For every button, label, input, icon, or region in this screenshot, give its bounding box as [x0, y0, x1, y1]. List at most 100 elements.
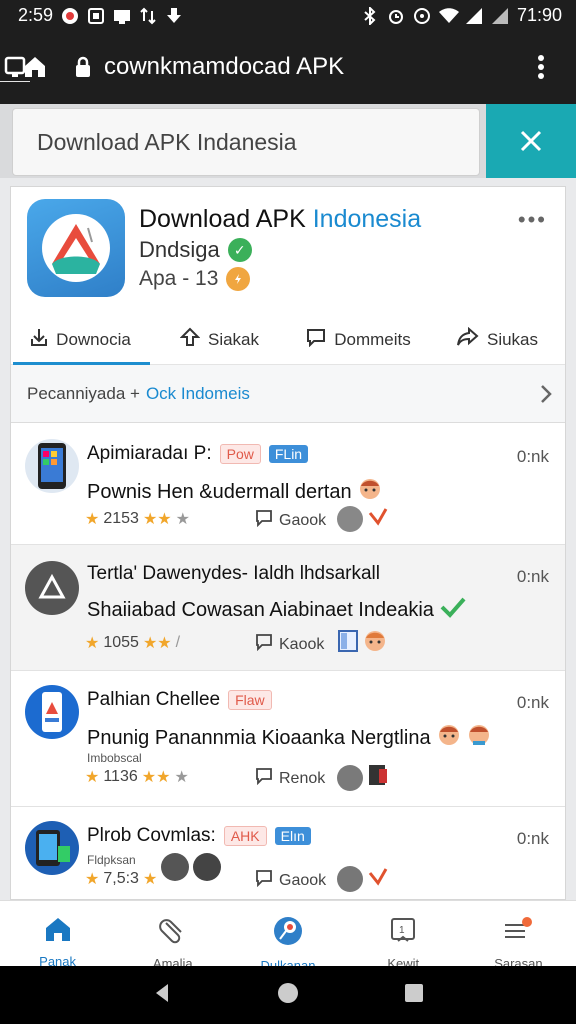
browser-url-bar: cownkmamdocad APK: [0, 30, 576, 104]
version-row: Apa - 13: [139, 267, 251, 291]
vibrate-icon: [413, 7, 431, 24]
item-title-row: Apimiaradaı P: Pow FLin: [87, 443, 309, 465]
nav-kewit[interactable]: 1 Kewit: [346, 901, 461, 971]
item-rating: 2153: [103, 510, 139, 527]
recycle-thumbnail-icon: [25, 561, 79, 615]
device-icon: [367, 763, 389, 792]
star-half-icon: ★: [174, 769, 189, 786]
avatar: [161, 853, 189, 881]
item-desc: Shaiiabad Cowasan Aiabinaet Indeakia: [87, 598, 434, 621]
item-avatars: [337, 865, 389, 892]
item-comment[interactable]: Gaook: [255, 869, 326, 892]
item-comment[interactable]: Renok: [255, 767, 325, 790]
item-tag: Flaw: [228, 690, 272, 710]
item-rating-row: ★ 1136 ★★ ★: [85, 767, 189, 787]
list-item[interactable]: Apimiaradaı P: Pow FLin 0:nk Pownis Hen …: [11, 425, 565, 545]
back-icon[interactable]: [152, 982, 172, 1009]
recents-icon[interactable]: [404, 983, 424, 1008]
app-icon: [87, 7, 105, 24]
svg-text:1: 1: [399, 925, 405, 936]
lock-icon: [70, 56, 96, 78]
menu-icon[interactable]: [526, 52, 556, 82]
download-icon: [30, 327, 48, 352]
breadcrumb-link[interactable]: Ock Indomeis: [146, 384, 250, 404]
tab-siukas[interactable]: Siukas: [428, 315, 565, 364]
item-title: Plrob Covmlas:: [87, 825, 216, 846]
list-item[interactable]: Plrob Covmlas: AHK Elın 0:nk Fldpksan ★ …: [11, 807, 565, 899]
list-item[interactable]: Palhian Chellee Flaw 0:nk Pnunig Panannm…: [11, 671, 565, 807]
item-avatars: [161, 853, 221, 881]
search-input[interactable]: Download APK Indanesia: [12, 108, 480, 176]
list-icon: [501, 915, 535, 950]
checkmark-icon: [440, 595, 466, 625]
item-tag: Pow: [219, 444, 261, 464]
item-time: 0:nk: [516, 567, 549, 586]
phone-thumbnail-icon: [25, 439, 79, 493]
face-emoji-icon: [358, 477, 382, 507]
home-button-icon[interactable]: [277, 982, 299, 1009]
update-badge-icon: [226, 267, 251, 291]
item-tag: AHK: [223, 826, 267, 846]
alarm-icon: [387, 7, 405, 24]
nav-amalia[interactable]: Amalia: [115, 901, 230, 971]
close-icon[interactable]: [486, 104, 576, 178]
item-desc-row: Pownis Hen &udermall dertan: [87, 477, 382, 507]
app-logo-icon: [27, 199, 125, 297]
status-right-time: 71:90: [516, 4, 562, 25]
item-title-row: Plrob Covmlas: AHK Elın: [87, 825, 311, 847]
status-bar: 2:59 71:90: [0, 0, 576, 30]
url-text[interactable]: cownkmamdocad APK: [104, 53, 344, 81]
tablet-thumbnail-icon: [25, 821, 79, 875]
item-comment[interactable]: Gaook: [255, 509, 326, 532]
face-emoji-icon: [467, 723, 491, 753]
avatar: [337, 505, 363, 532]
tab-bar: Downocia Siakak Dommeits Siukas: [11, 315, 565, 365]
item-avatars: [337, 629, 387, 658]
chevron-right-icon[interactable]: [539, 383, 553, 410]
item-avatars: [337, 505, 389, 532]
item-rating: 1136: [103, 768, 138, 785]
search-bar: Download APK Indanesia: [0, 104, 576, 178]
avatar: [337, 865, 363, 892]
breadcrumb[interactable]: Pecanniyada + Ock Indomeis: [11, 365, 565, 423]
notification-icon: [61, 7, 79, 24]
face-emoji-icon: [437, 723, 461, 753]
item-subtitle: Fldpksan: [87, 853, 136, 867]
star-icon: ★: [85, 635, 100, 652]
item-rating-row: ★ 1055 ★★ /: [85, 633, 180, 653]
star-icon: ★: [85, 871, 100, 888]
battery-icon: [491, 7, 509, 24]
item-time: 0:nk: [516, 829, 549, 848]
item-desc: Pownis Hen &udermall dertan: [87, 480, 352, 503]
more-options-icon[interactable]: •••: [518, 207, 547, 233]
star-icon: ★: [142, 871, 158, 888]
system-navigation: [0, 966, 576, 1024]
list-item[interactable]: Tertla' Dawenydes- Ialdh lhdsarkall 0:nk…: [11, 545, 565, 671]
tab-siakak[interactable]: Siakak: [150, 315, 289, 364]
item-time: 0:nk: [516, 447, 549, 466]
item-subtitle: Imbobscal: [87, 751, 142, 765]
book-icon: [337, 629, 359, 658]
share-icon: [456, 326, 479, 352]
tabs-icon[interactable]: [0, 52, 30, 82]
item-comment[interactable]: Kaook: [255, 633, 324, 656]
item-title: Tertla' Dawenydes- Ialdh lhdsarkall: [87, 563, 380, 584]
nav-sarasan[interactable]: Sarasan: [461, 901, 576, 971]
tab-download[interactable]: Downocia: [11, 315, 150, 365]
star-icon: ★: [85, 511, 100, 528]
data-icon: [139, 7, 157, 25]
face-emoji-icon: [363, 629, 387, 658]
phone-thumbnail-icon: [25, 685, 79, 739]
comment-icon: [306, 327, 326, 352]
app-header: Download APK Indonesia Dndsiga ✓ Apa - 1…: [11, 187, 565, 365]
app-title-accent: Indonesia: [312, 205, 422, 233]
avatar: [337, 764, 363, 791]
nav-dulkanan[interactable]: Dulkanan: [230, 901, 345, 973]
nav-panak[interactable]: Panak: [0, 901, 115, 969]
developer-name[interactable]: Dndsiga: [139, 237, 220, 263]
message-icon: [113, 7, 131, 24]
item-desc-row: Shaiiabad Cowasan Aiabinaet Indeakia: [87, 595, 466, 625]
item-title: Apimiaradaı P:: [87, 443, 212, 464]
tab-dommeits[interactable]: Dommeits: [289, 315, 428, 364]
item-comment-label: Renok: [279, 769, 326, 787]
